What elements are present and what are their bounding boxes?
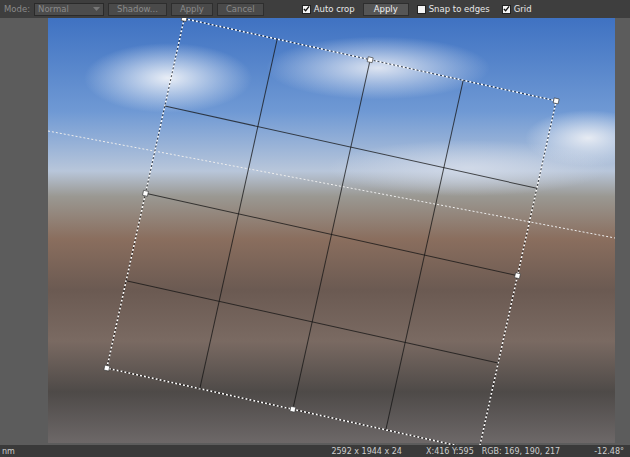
crop-overlay[interactable] (0, 18, 630, 445)
position-text: X:416 Y:595 (426, 447, 474, 456)
crop-handle[interactable] (553, 98, 559, 104)
grid-line (165, 106, 537, 188)
crop-rectangle[interactable] (107, 19, 556, 445)
toolbar-button[interactable]: Cancel (217, 3, 264, 16)
unit-text: nm (2, 447, 15, 456)
photo (48, 18, 615, 443)
crop-handle[interactable] (104, 365, 110, 371)
dropdown-arrow-icon (93, 7, 100, 11)
color-text: RGB: 169, 190, 217 (482, 447, 560, 456)
crop-handle[interactable] (515, 273, 521, 279)
toolbar: Mode: Normal Shadow... Apply Cancel Auto c… (0, 0, 630, 18)
status-bar: nm 2592 x 1944 x 24 X:416 Y:595 RGB: 169… (0, 445, 630, 457)
apply-button[interactable]: Apply (363, 3, 409, 16)
canvas-area (0, 18, 630, 445)
crop-handle[interactable] (181, 18, 187, 22)
crop-handle[interactable] (290, 406, 296, 412)
checkbox-option[interactable]: Grid (502, 4, 532, 14)
toolbar-button[interactable]: Shadow... (108, 3, 167, 16)
check-icon (303, 5, 310, 13)
crop-handle[interactable] (367, 57, 373, 63)
dimensions-text: 2592 x 1944 x 24 (331, 447, 402, 456)
image-edge-line (48, 131, 615, 238)
checkbox-option[interactable]: Auto crop (302, 4, 355, 14)
checkbox-box[interactable] (502, 5, 511, 14)
grid-line (126, 281, 498, 363)
crop-tool-window: Mode: Normal Shadow... Apply Cancel Auto c… (0, 0, 630, 457)
mode-dropdown[interactable]: Normal (34, 3, 104, 16)
checkbox-box[interactable] (302, 5, 311, 14)
grid-line (386, 80, 463, 430)
mode-label: Mode: (4, 4, 30, 14)
grid-line (200, 39, 277, 389)
checkbox-box[interactable] (417, 5, 426, 14)
checkbox-option[interactable]: Snap to edges (417, 4, 490, 14)
crop-handle[interactable] (143, 190, 149, 196)
check-icon (503, 5, 510, 13)
grid-line (146, 193, 518, 275)
toolbar-button[interactable]: Apply (171, 3, 213, 16)
angle-text: -12.48° (594, 447, 624, 456)
grid-line (293, 60, 370, 410)
